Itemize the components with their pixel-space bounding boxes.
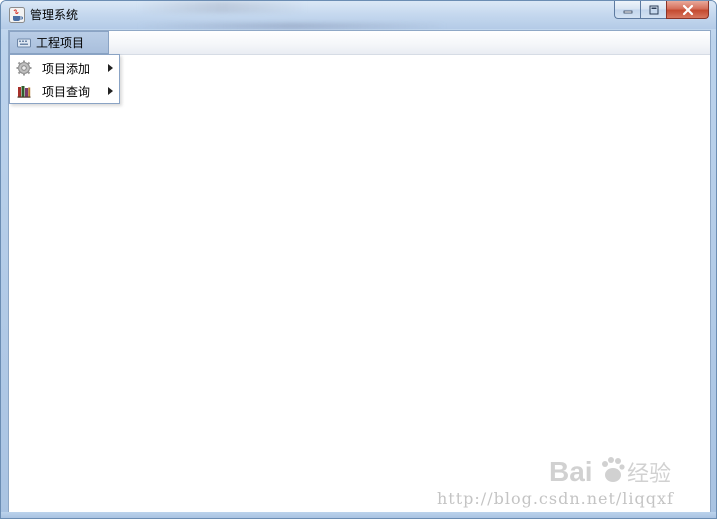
books-icon (17, 86, 31, 98)
window-bottom-border (1, 512, 716, 518)
title-bar[interactable]: 管理系统 (1, 1, 716, 29)
java-cup-icon (9, 7, 25, 23)
keyboard-icon (17, 38, 31, 47)
app-window: 管理系统 工程项目 项目添加 项目查询 Bai 经验 http://blog.c… (0, 0, 717, 519)
menu-item-project-add-label: 项目添加 (42, 61, 91, 76)
menu-bar: 工程项目 (9, 31, 710, 55)
menu-item-project-query-label: 项目查询 (42, 84, 91, 99)
submenu-arrow-icon (108, 64, 113, 72)
close-icon (682, 4, 693, 15)
close-button[interactable] (666, 1, 709, 19)
gear-icon (16, 60, 32, 76)
maximize-icon (649, 5, 658, 14)
submenu-arrow-icon (108, 87, 113, 95)
window-title: 管理系统 (30, 8, 79, 22)
window-controls (614, 1, 709, 20)
menu-item-project-add[interactable]: 项目添加 (10, 57, 119, 79)
menu-item-project-query[interactable]: 项目查询 (10, 80, 119, 102)
menu-engineering-project-label: 工程项目 (36, 36, 85, 50)
title-bar-blur (137, 1, 307, 13)
maximize-button[interactable] (640, 1, 666, 19)
svg-text:Bai: Bai (549, 456, 593, 487)
baidu-watermark-logo: Bai 经验 (549, 456, 671, 487)
minimize-icon (623, 10, 632, 13)
menu-engineering-project[interactable]: 工程项目 (9, 31, 109, 54)
title-bar-blur-lower (137, 23, 447, 29)
dropdown-menu: 项目添加 项目查询 (9, 54, 120, 104)
content-pane: 工程项目 项目添加 项目查询 (8, 30, 711, 514)
watermark-url: http://blog.csdn.net/liqqxf (437, 489, 674, 508)
minimize-button[interactable] (614, 1, 640, 19)
svg-text:经验: 经验 (627, 461, 671, 486)
